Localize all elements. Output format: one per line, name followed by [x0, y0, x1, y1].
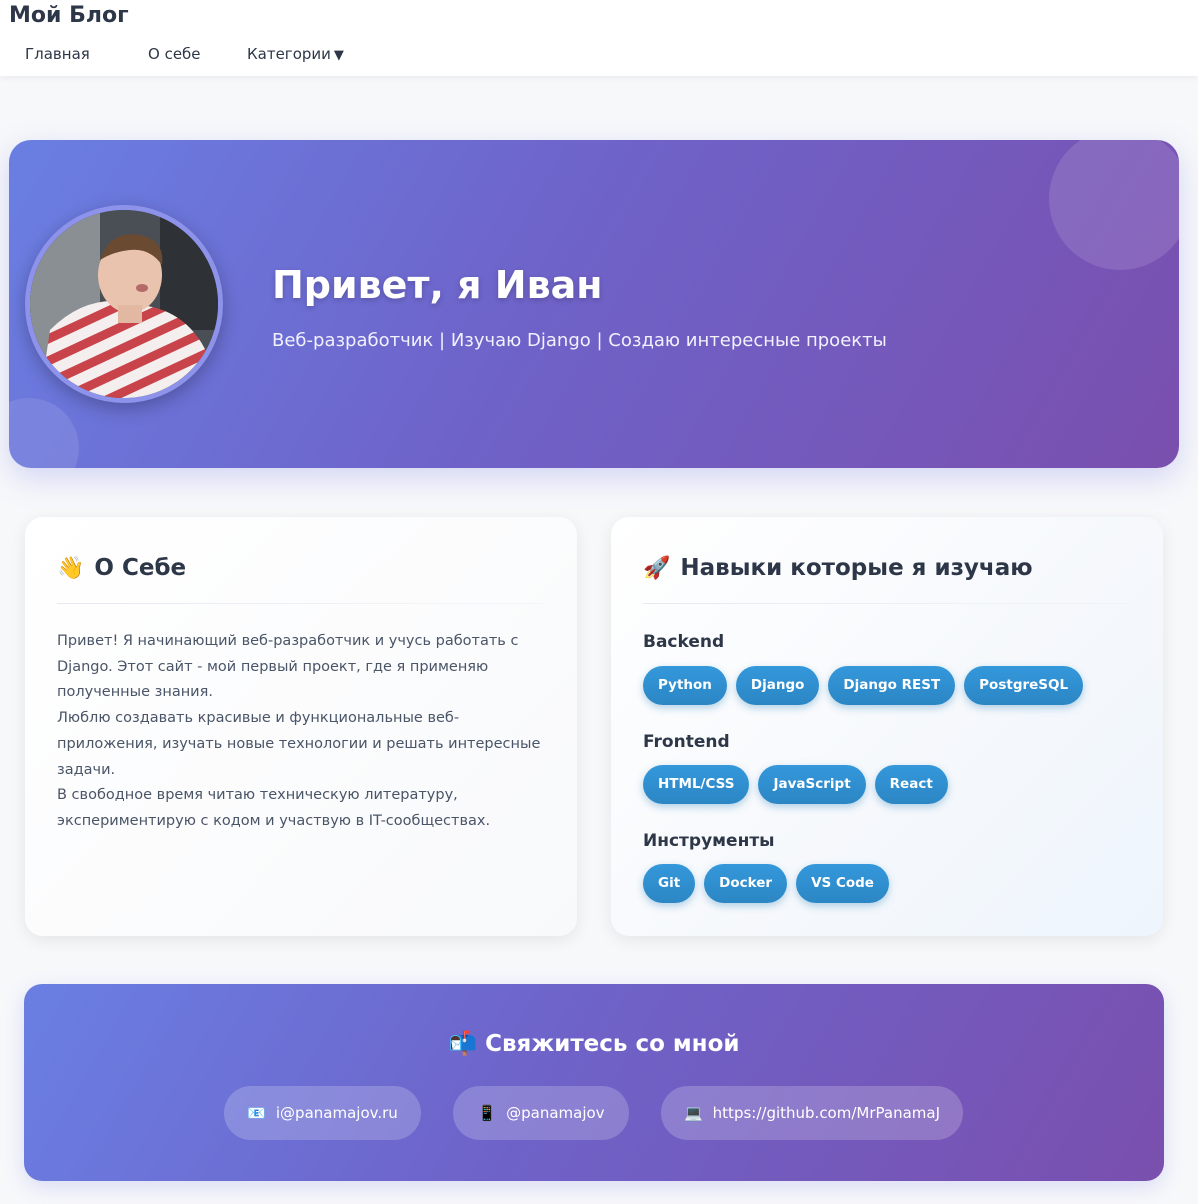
skill-tag[interactable]: Git	[643, 864, 696, 903]
hero-title: Привет, я Иван	[272, 263, 603, 307]
skill-group-title-tools: Инструменты	[643, 831, 775, 851]
skill-row-tools: Git Docker VS Code	[643, 864, 889, 903]
caret-down-icon: ▼	[333, 48, 344, 63]
contact-github-link[interactable]: 💻 https://github.com/MrPanamaJ	[661, 1086, 963, 1140]
decorative-circle	[9, 398, 79, 468]
skill-tag[interactable]: JavaScript	[758, 765, 866, 804]
nav-dropdown-label: Категории	[247, 45, 331, 63]
about-title: О Себе	[94, 555, 187, 581]
about-text: Привет! Я начинающий веб-разработчик и у…	[57, 629, 557, 835]
laptop-icon: 💻	[683, 1104, 703, 1122]
skill-tag[interactable]: Python	[643, 666, 727, 705]
decorative-circle	[1049, 140, 1179, 270]
about-paragraph: В свободное время читаю техническую лите…	[57, 787, 491, 829]
skill-tag[interactable]: Docker	[704, 864, 788, 903]
skill-tag[interactable]: Django	[735, 666, 820, 705]
navbar: Мой Блог Главная О себе Категории ▼	[0, 0, 1198, 76]
waving-hand-icon: 👋	[57, 555, 85, 581]
skill-tag[interactable]: HTML/CSS	[643, 765, 750, 804]
about-card: 👋 О Себе Привет! Я начинающий веб-разраб…	[25, 517, 577, 936]
contact-heading: 📬 Свяжитесь со мной	[24, 1030, 1164, 1057]
skills-card: 🚀 Навыки которые я изучаю Backend Python…	[611, 517, 1163, 936]
avatar-photo	[30, 210, 218, 398]
mailbox-icon: 📬	[448, 1031, 478, 1057]
skill-tag[interactable]: React	[874, 765, 948, 804]
skill-row-frontend: HTML/CSS JavaScript React	[643, 765, 948, 804]
divider	[57, 603, 545, 604]
nav-link-about[interactable]: О себе	[148, 45, 201, 63]
contact-email-label: i@panamajov.ru	[275, 1104, 398, 1122]
contact-telegram-label: @panamajov	[506, 1104, 605, 1122]
skills-heading: 🚀 Навыки которые я изучаю	[643, 555, 1033, 581]
avatar	[25, 205, 223, 403]
phone-icon: 📱	[477, 1104, 497, 1122]
contact-email-link[interactable]: 📧 i@panamajov.ru	[224, 1086, 421, 1140]
skill-row-backend: Python Django Django REST PostgreSQL	[643, 666, 1084, 705]
rocket-icon: 🚀	[643, 555, 671, 581]
contact-telegram-link[interactable]: 📱 @panamajov	[453, 1086, 629, 1140]
divider	[643, 603, 1131, 604]
about-paragraph: Привет! Я начинающий веб-разработчик и у…	[57, 633, 519, 701]
contact-github-label: https://github.com/MrPanamaJ	[712, 1104, 941, 1122]
about-heading: 👋 О Себе	[57, 555, 186, 581]
contact-section: 📬 Свяжитесь со мной 📧 i@panamajov.ru 📱 @p…	[24, 984, 1164, 1181]
brand-logo[interactable]: Мой Блог	[9, 3, 129, 28]
contact-title: Свяжитесь со мной	[485, 1031, 740, 1057]
hero-banner: Привет, я Иван Веб-разработчик | Изучаю …	[9, 140, 1179, 468]
skill-group-title-frontend: Frontend	[643, 732, 730, 752]
about-paragraph: Люблю создавать красивые и функциональны…	[57, 710, 541, 778]
nav-link-home[interactable]: Главная	[25, 45, 90, 63]
hero-subtitle: Веб-разработчик | Изучаю Django | Создаю…	[272, 330, 887, 351]
skill-tag[interactable]: PostgreSQL	[964, 666, 1084, 705]
skill-tag[interactable]: VS Code	[796, 864, 889, 903]
skill-tag[interactable]: Django REST	[828, 666, 956, 705]
nav-dropdown-categories[interactable]: Категории ▼	[247, 45, 344, 63]
email-icon: 📧	[247, 1104, 266, 1122]
skill-group-title-backend: Backend	[643, 632, 725, 652]
skills-title: Навыки которые я изучаю	[680, 555, 1033, 581]
